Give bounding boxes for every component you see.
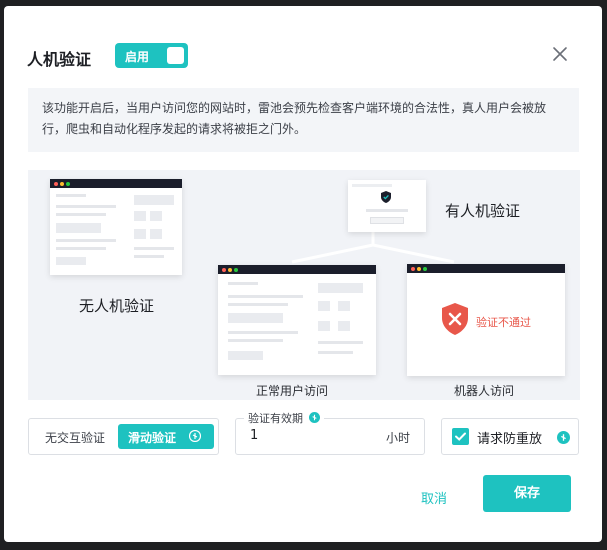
mode-no-interaction[interactable]: 无交互验证 [45,429,105,446]
validity-label-text: 验证有效期 [248,412,303,425]
validity-unit: 小时 [385,431,410,445]
feature-description: 该功能开启后，当用户访问您的网站时，雷池会预先检查客户端环境的合法性，真人用户会… [28,88,579,152]
normal-user-window-illustration [218,265,376,375]
robot-label: 机器人访问 [454,384,515,398]
captcha-check-window-illustration [348,180,426,232]
anti-replay-label: 请求防重放 [477,432,543,447]
anti-replay-option[interactable]: 请求防重放 [441,418,579,455]
help-icon [308,412,320,423]
mode-slide-verify-label: 滑动验证 [128,431,177,445]
captcha-settings-dialog: 人机验证 启用 该功能开启后，当用户访问您的网站时，雷池会预先检查客户端环境的合… [4,6,602,542]
help-icon [557,431,570,444]
save-button[interactable]: 保存 [483,475,571,512]
no-captcha-label: 无人机验证 [79,297,155,315]
no-captcha-window-illustration [50,179,182,275]
normal-user-label: 正常用户访问 [256,384,329,398]
captcha-illustration: 无人机验证 有人机验证 正常用户访问 验证不通过 机器人访问 [28,170,580,400]
validity-value[interactable]: 1 [250,428,258,443]
checkmark-icon [455,432,466,441]
anti-replay-checkbox[interactable] [452,428,469,445]
shield-error-icon [442,303,468,335]
with-captcha-label: 有人机验证 [445,202,521,220]
verify-fail-text: 验证不通过 [476,316,531,329]
mode-slide-verify[interactable]: 滑动验证 [118,424,214,449]
info-icon [189,430,201,442]
verify-mode-selector: 无交互验证 滑动验证 [28,418,219,455]
robot-window-illustration: 验证不通过 [407,264,565,376]
dialog-title: 人机验证 [27,50,92,69]
enable-toggle-label: 启用 [125,50,150,64]
validity-label: 验证有效期 [244,410,324,426]
close-icon[interactable] [551,45,569,63]
toggle-knob [167,47,184,64]
cancel-button[interactable]: 取消 [409,484,459,516]
enable-toggle[interactable]: 启用 [115,43,188,68]
